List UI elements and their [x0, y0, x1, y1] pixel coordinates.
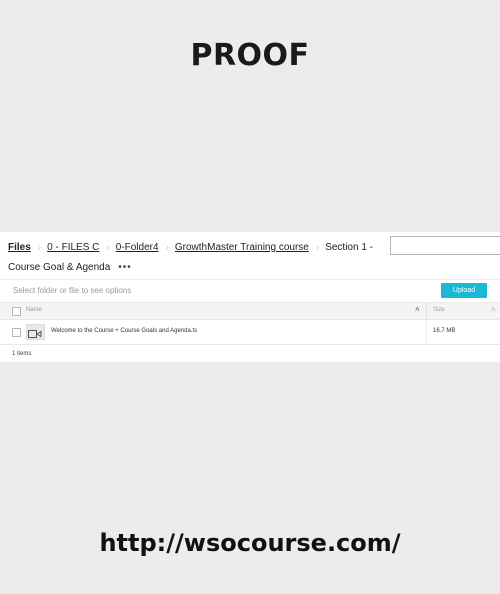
- upload-button[interactable]: Upload: [441, 283, 487, 298]
- column-header-name[interactable]: Name: [26, 307, 42, 313]
- more-options-icon[interactable]: •••: [118, 262, 132, 273]
- chevron-up-icon[interactable]: ˄: [491, 305, 496, 314]
- breadcrumb: Files › 0 - FILES C › 0-Folder4 › Growth…: [8, 240, 373, 254]
- action-toolbar: Select folder or file to see options Upl…: [0, 279, 500, 303]
- breadcrumb-current: Section 1 -: [325, 241, 373, 253]
- select-all-checkbox[interactable]: [12, 307, 21, 316]
- breadcrumb-folder4[interactable]: 0-Folder4: [116, 242, 159, 253]
- folder-title: Course Goal & Agenda: [8, 262, 111, 273]
- column-divider: [426, 303, 427, 319]
- row-checkbox[interactable]: [12, 328, 21, 337]
- breadcrumb-files[interactable]: Files: [8, 242, 31, 253]
- item-count: 1 items: [12, 351, 32, 357]
- file-size: 16.7 MB: [433, 328, 456, 334]
- chevron-right-icon: ›: [165, 241, 169, 253]
- proof-title: PROOF: [190, 38, 310, 73]
- chevron-right-icon: ›: [315, 241, 320, 253]
- breadcrumb-rename-input[interactable]: [390, 236, 500, 255]
- column-header-size[interactable]: Size: [433, 307, 445, 313]
- column-divider: [426, 320, 427, 344]
- file-browser-panel: Files › 0 - FILES C › 0-Folder4 › Growth…: [0, 232, 500, 362]
- table-row[interactable]: Welcome to the Course + Course Goals and…: [0, 320, 500, 345]
- breadcrumb-files-c[interactable]: 0 - FILES C: [47, 242, 99, 253]
- video-file-icon: [26, 324, 45, 340]
- breadcrumb-growthmaster[interactable]: GrowthMaster Training course: [175, 242, 309, 253]
- list-header: Name ˄ Size ˄: [0, 303, 500, 320]
- footer-url: http://wsocourse.com/: [99, 529, 401, 557]
- selection-hint: Select folder or file to see options: [13, 286, 132, 295]
- chevron-right-icon: ›: [37, 241, 42, 253]
- breadcrumb-current-continued: Course Goal & Agenda •••: [8, 262, 132, 273]
- chevron-right-icon: ›: [106, 241, 110, 253]
- file-name[interactable]: Welcome to the Course + Course Goals and…: [51, 328, 197, 334]
- chevron-up-icon[interactable]: ˄: [415, 305, 420, 314]
